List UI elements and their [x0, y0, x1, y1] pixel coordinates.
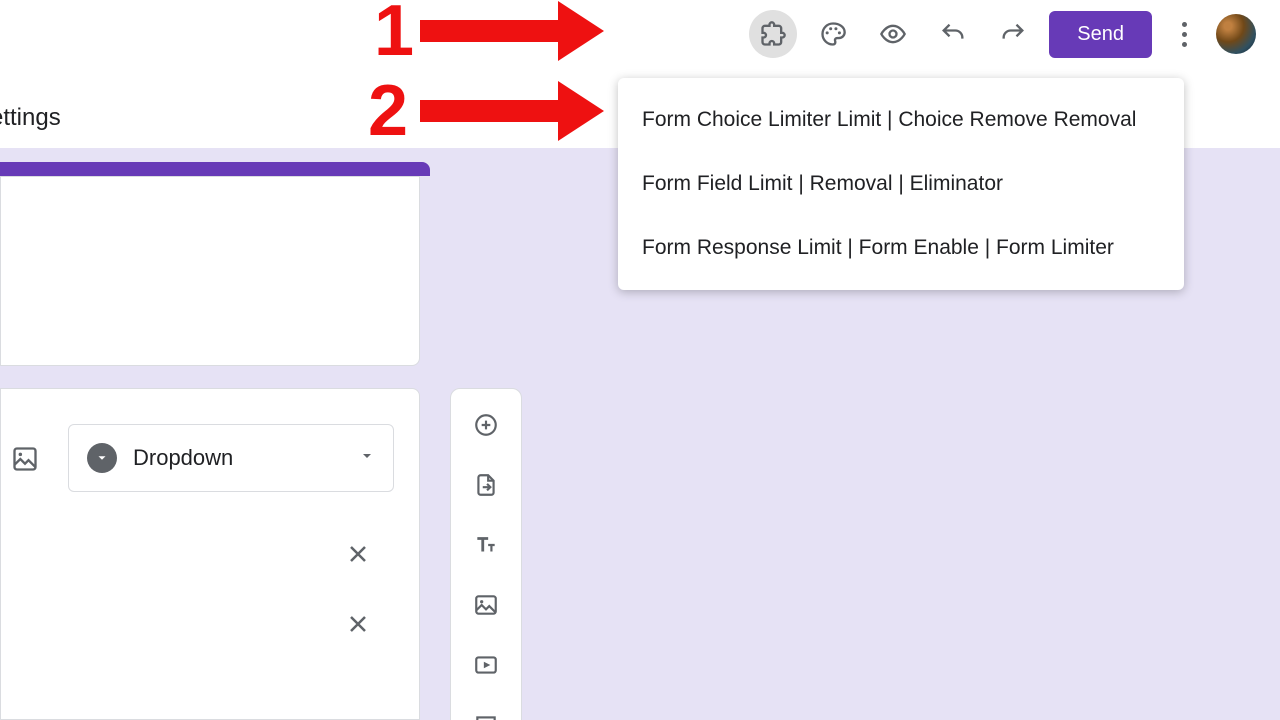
import-questions-button[interactable] [470, 469, 502, 501]
annotation-number-2: 2 [368, 70, 408, 152]
dot-icon [1182, 42, 1187, 47]
undo-button[interactable] [929, 10, 977, 58]
remove-option-button[interactable] [342, 608, 374, 640]
plus-circle-icon [473, 412, 499, 438]
caret-down-icon [359, 448, 375, 464]
close-icon [346, 542, 370, 566]
add-image-button[interactable] [470, 589, 502, 621]
eye-icon [879, 20, 907, 48]
dot-icon [1182, 22, 1187, 27]
dropdown-type-icon [87, 443, 117, 473]
preview-button[interactable] [869, 10, 917, 58]
question-toolbar [450, 388, 522, 720]
form-title-card[interactable] [0, 176, 420, 366]
insert-image-button[interactable] [6, 440, 44, 478]
form-header-accent [0, 162, 430, 176]
more-menu-button[interactable] [1164, 14, 1204, 54]
add-video-button[interactable] [470, 649, 502, 681]
addons-button[interactable] [749, 10, 797, 58]
annotation-number-1: 1 [374, 0, 414, 72]
video-icon [473, 652, 499, 678]
tab-settings[interactable]: ettings [0, 104, 61, 132]
redo-button[interactable] [989, 10, 1037, 58]
add-question-button[interactable] [470, 409, 502, 441]
send-button[interactable]: Send [1049, 11, 1152, 58]
caret-down-icon [95, 451, 109, 465]
customize-theme-button[interactable] [809, 10, 857, 58]
puzzle-icon [759, 20, 787, 48]
addon-item[interactable]: Form Field Limit | Removal | Eliminator [618, 152, 1184, 216]
image-icon [473, 592, 499, 618]
question-type-label: Dropdown [133, 445, 343, 471]
dot-icon [1182, 32, 1187, 37]
addon-item[interactable]: Form Response Limit | Form Enable | Form… [618, 216, 1184, 280]
account-avatar[interactable] [1216, 14, 1256, 54]
close-icon [346, 612, 370, 636]
palette-icon [819, 20, 847, 48]
text-icon [473, 532, 499, 558]
import-file-icon [473, 472, 499, 498]
remove-option-button[interactable] [342, 538, 374, 570]
add-section-button[interactable] [470, 709, 502, 720]
question-type-dropdown[interactable]: Dropdown [68, 424, 394, 492]
top-toolbar: Send [0, 0, 1280, 68]
addons-dropdown-menu: Form Choice Limiter Limit | Choice Remov… [618, 78, 1184, 290]
section-icon [473, 712, 499, 720]
add-title-button[interactable] [470, 529, 502, 561]
undo-icon [939, 20, 967, 48]
image-icon [11, 445, 39, 473]
redo-icon [999, 20, 1027, 48]
addon-item[interactable]: Form Choice Limiter Limit | Choice Remov… [618, 88, 1184, 152]
dropdown-caret [359, 448, 375, 469]
